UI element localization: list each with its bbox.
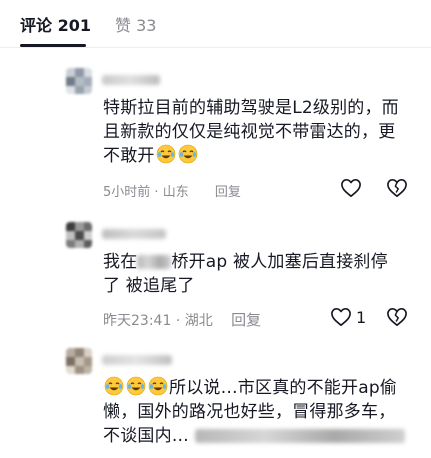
tab-likes-count: 33: [136, 16, 157, 35]
username-redacted[interactable]: [102, 355, 172, 365]
comment-location: 山东: [162, 185, 189, 200]
comment-text-line: 所以说…市区真的不能开ap偷: [103, 376, 423, 400]
tab-comments-label: 评论: [20, 16, 53, 35]
laughing-crying-emoji-icon: [156, 144, 175, 164]
comment-time: 昨天23:41: [103, 313, 172, 329]
username-redacted[interactable]: [102, 75, 160, 85]
laughing-crying-emoji-icon: [104, 376, 124, 396]
heart-outline-icon: [341, 179, 361, 197]
comment-text-line: 不敢开: [103, 144, 423, 168]
dislike-button[interactable]: [386, 178, 408, 202]
comment-text-line: 了 被追尾了: [103, 276, 195, 296]
redacted-text: [137, 255, 172, 269]
comment-text-segment: 不谈国内…: [103, 426, 189, 446]
avatar[interactable]: [66, 348, 92, 374]
comment-text-segment: 桥开ap 被人加塞后直接刹停: [171, 252, 388, 272]
comment-text: 我在 桥开ap 被人加塞后直接刹停 了 被追尾了: [103, 250, 423, 298]
tab-comments-count: 201: [57, 16, 91, 35]
avatar[interactable]: [66, 68, 92, 94]
broken-heart-icon: [387, 308, 407, 326]
comment-text-segment: 我在: [103, 252, 138, 272]
comment-text: 特斯拉目前的辅助驾驶是L2级别的，而 且新款的仅仅是纯视觉不带雷达的，更 不敢开: [103, 96, 423, 168]
comment-text: 所以说…市区真的不能开ap偷 懒，国外的路况也好些，冒得那多车， 不谈国内…: [103, 376, 423, 448]
comment-text-segment: 不敢开: [103, 146, 155, 166]
broken-heart-icon: [387, 179, 407, 197]
comment-text-line: 我在 桥开ap 被人加塞后直接刹停: [103, 250, 423, 274]
comment-tabs: 评论 201 赞 33: [0, 0, 431, 48]
dislike-button[interactable]: [386, 307, 408, 331]
laughing-crying-emoji-icon: [126, 376, 146, 396]
avatar[interactable]: [66, 222, 92, 248]
comment-meta: 昨天23:41 · 湖北 回复: [103, 309, 261, 330]
comment-text-line: 懒，国外的路况也好些，冒得那多车，: [103, 402, 396, 422]
comment-text-line: 不谈国内…: [103, 424, 423, 448]
comment-text-line: 特斯拉目前的辅助驾驶是L2级别的，而: [103, 98, 399, 118]
tab-likes[interactable]: 赞 33: [115, 12, 156, 36]
comment-meta: 5小时前 · 山东 回复: [103, 181, 241, 200]
like-button[interactable]: [340, 178, 362, 198]
active-tab-indicator: [20, 44, 86, 47]
reply-button[interactable]: 回复: [215, 185, 241, 200]
like-count: 1: [356, 307, 367, 327]
meta-separator: ·: [175, 313, 185, 329]
username-redacted[interactable]: [102, 229, 166, 239]
comment-text-segment: 所以说…市区真的不能开ap偷: [169, 378, 398, 398]
laughing-crying-emoji-icon: [178, 144, 197, 164]
meta-separator: ·: [154, 185, 163, 200]
comment-location: 湖北: [184, 313, 213, 329]
redacted-text: [195, 429, 405, 443]
comment-time: 5小时前: [103, 185, 151, 200]
laughing-crying-emoji-icon: [148, 376, 168, 396]
tab-comments[interactable]: 评论 201: [20, 12, 91, 36]
heart-outline-icon: [331, 308, 351, 326]
reply-button[interactable]: 回复: [231, 311, 261, 329]
like-button[interactable]: 1: [330, 307, 366, 327]
comment-text-line: 且新款的仅仅是纯视觉不带雷达的，更: [103, 122, 396, 142]
tab-likes-label: 赞: [115, 16, 132, 35]
